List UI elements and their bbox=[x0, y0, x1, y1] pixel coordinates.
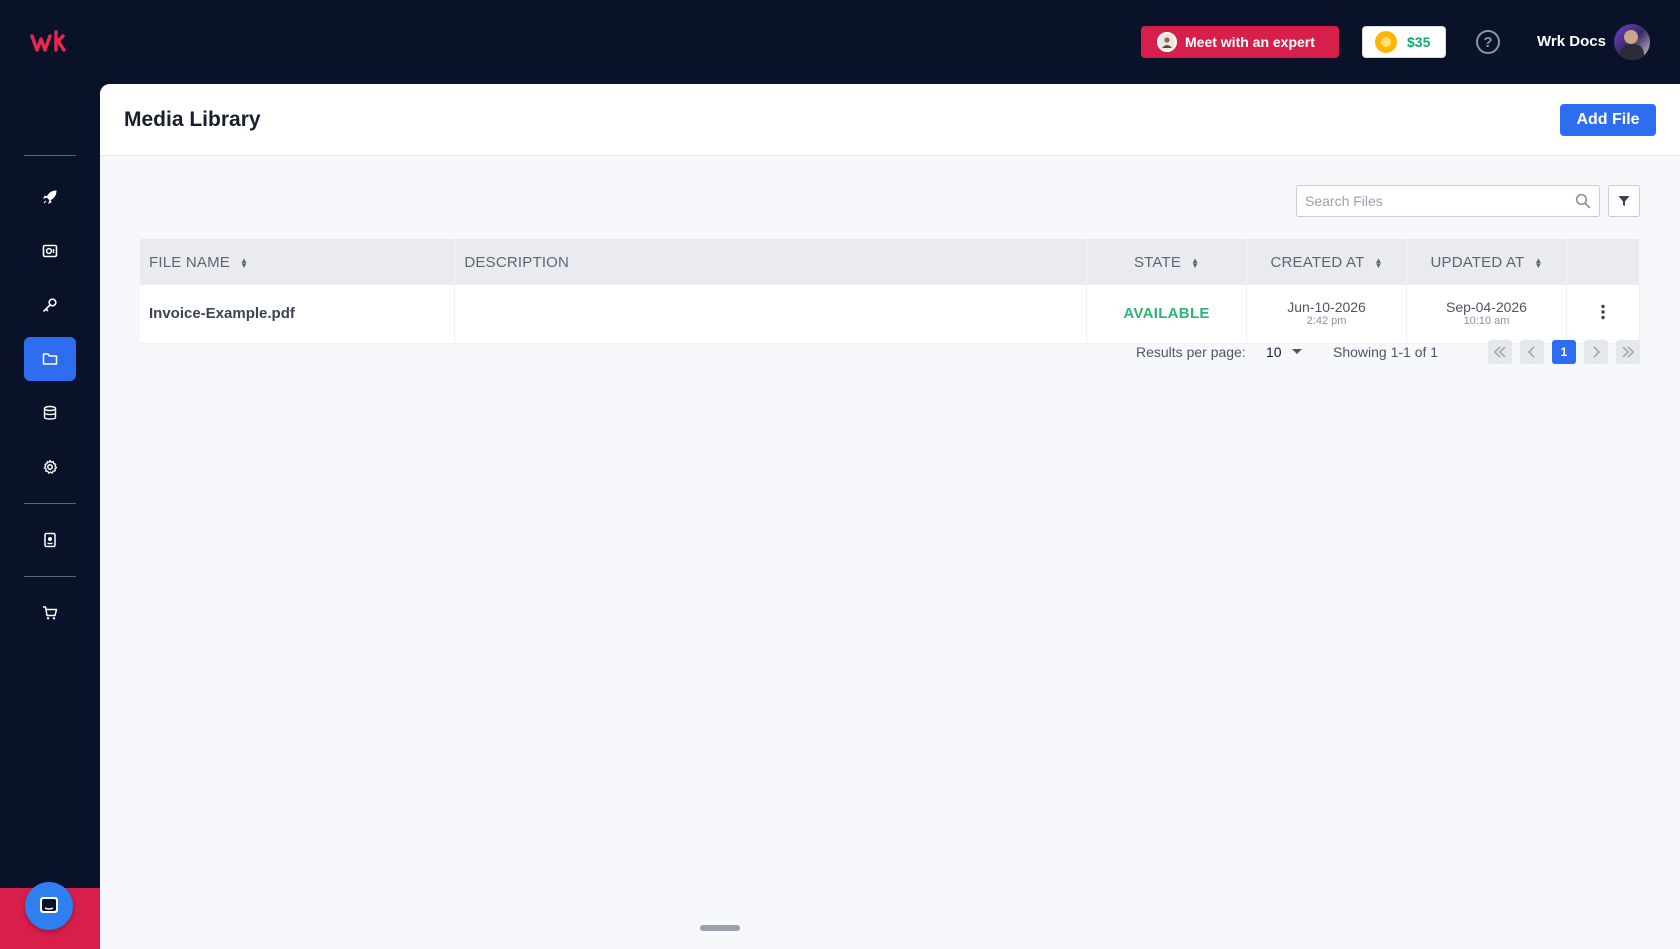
database-icon bbox=[43, 405, 57, 420]
files-table: FILE NAME ▲ ▼ DESCRIPTION STATE ▲ ▼ CREATED … bbox=[140, 239, 1641, 344]
results-per-page-select[interactable]: 10 bbox=[1266, 344, 1282, 360]
last-page-button[interactable] bbox=[1616, 340, 1640, 364]
credits-amount: $35 bbox=[1407, 34, 1431, 50]
column-description-label: DESCRIPTION bbox=[464, 253, 570, 271]
sidebar-item-keys[interactable] bbox=[24, 283, 76, 327]
gear-icon bbox=[43, 459, 58, 474]
avatar[interactable] bbox=[1614, 24, 1650, 60]
updated-date: Sep-04-2026 bbox=[1446, 298, 1527, 315]
column-state[interactable]: STATE ▲ ▼ bbox=[1086, 239, 1248, 285]
sort-icon[interactable]: ▲ ▼ bbox=[1374, 256, 1382, 269]
credits-badge[interactable]: $35 bbox=[1362, 26, 1446, 58]
top-bar: Meet with an expert $35 ? Wrk Docs bbox=[0, 0, 1680, 84]
first-page-button[interactable] bbox=[1488, 340, 1512, 364]
search-box bbox=[1296, 185, 1600, 217]
sidebar-item-launch[interactable] bbox=[24, 175, 76, 219]
rocket-icon bbox=[43, 190, 57, 204]
folder-icon bbox=[42, 353, 58, 365]
sidebar-item-monitor[interactable] bbox=[24, 229, 76, 273]
sidebar-divider bbox=[24, 155, 76, 156]
coin-icon bbox=[1375, 31, 1397, 53]
created-time: 2:42 pm bbox=[1306, 314, 1347, 327]
filter-icon bbox=[1618, 196, 1630, 206]
chat-launcher-button[interactable] bbox=[25, 882, 73, 930]
created-at-cell: Jun-10-2026 2:42 pm bbox=[1246, 285, 1408, 344]
double-chevron-right-icon bbox=[1622, 346, 1635, 358]
next-page-button[interactable] bbox=[1584, 340, 1608, 364]
monitor-icon bbox=[42, 244, 58, 258]
sidebar-divider bbox=[24, 576, 76, 577]
user-name[interactable]: Wrk Docs bbox=[1537, 33, 1606, 50]
column-file-name-label: FILE NAME bbox=[149, 253, 230, 271]
state-badge: AVAILABLE bbox=[1086, 285, 1248, 344]
column-description: DESCRIPTION bbox=[454, 239, 1088, 285]
sidebar-item-documents[interactable] bbox=[24, 518, 76, 562]
expert-avatar-icon bbox=[1157, 32, 1177, 52]
sidebar-item-settings[interactable] bbox=[24, 445, 76, 489]
previous-page-button[interactable] bbox=[1520, 340, 1544, 364]
sort-icon[interactable]: ▲ ▼ bbox=[1534, 256, 1542, 269]
created-date: Jun-10-2026 bbox=[1287, 298, 1366, 315]
more-options-icon[interactable] bbox=[1593, 302, 1613, 322]
results-per-page-label: Results per page: bbox=[1136, 344, 1246, 360]
help-icon[interactable]: ? bbox=[1476, 30, 1500, 54]
sort-icon[interactable]: ▲ ▼ bbox=[240, 256, 248, 269]
page-number-button[interactable]: 1 bbox=[1552, 340, 1576, 364]
table-header-row: FILE NAME ▲ ▼ DESCRIPTION STATE ▲ ▼ CREATED … bbox=[140, 239, 1641, 285]
document-icon bbox=[44, 532, 56, 548]
meet-expert-button[interactable]: Meet with an expert bbox=[1141, 26, 1339, 58]
sidebar-divider bbox=[24, 503, 76, 504]
updated-at-cell: Sep-04-2026 10:10 am bbox=[1406, 285, 1567, 344]
pagination: Results per page: 10 Showing 1-1 of 1 1 bbox=[100, 340, 1680, 364]
column-created-at-label: CREATED AT bbox=[1270, 253, 1365, 271]
chat-icon bbox=[40, 897, 58, 913]
description-cell bbox=[454, 285, 1088, 344]
caret-down-icon[interactable] bbox=[1292, 349, 1302, 354]
file-name-cell[interactable]: Invoice-Example.pdf bbox=[140, 285, 456, 344]
cart-icon bbox=[43, 606, 58, 620]
column-updated-at-label: UPDATED AT bbox=[1430, 253, 1525, 271]
column-actions bbox=[1566, 239, 1641, 285]
page-title: Media Library bbox=[124, 108, 261, 131]
chevron-left-icon bbox=[1527, 346, 1535, 358]
chevron-right-icon bbox=[1593, 346, 1601, 358]
page-header: Media Library Add File bbox=[100, 84, 1680, 156]
sidebar-item-database[interactable] bbox=[24, 391, 76, 435]
sidebar-item-media-library[interactable] bbox=[24, 337, 76, 381]
add-file-button[interactable]: Add File bbox=[1560, 104, 1656, 136]
column-file-name[interactable]: FILE NAME ▲ ▼ bbox=[140, 239, 456, 285]
filter-button[interactable] bbox=[1608, 185, 1640, 217]
key-icon bbox=[43, 298, 57, 312]
sidebar bbox=[0, 84, 100, 949]
double-chevron-left-icon bbox=[1493, 346, 1506, 358]
search-input[interactable] bbox=[1297, 186, 1557, 216]
main-content: Media Library Add File FILE NAME ▲▼ DESCR… bbox=[100, 84, 1680, 949]
column-state-label: STATE bbox=[1133, 253, 1182, 271]
meet-expert-label: Meet with an expert bbox=[1185, 34, 1315, 50]
wrk-logo[interactable] bbox=[30, 30, 70, 54]
showing-count: Showing 1-1 of 1 bbox=[1333, 344, 1439, 360]
column-updated-at[interactable]: UPDATED AT ▲ ▼ bbox=[1406, 239, 1567, 285]
drag-handle[interactable] bbox=[700, 925, 740, 931]
updated-time: 10:10 am bbox=[1463, 314, 1510, 327]
column-created-at[interactable]: CREATED AT ▲ ▼ bbox=[1246, 239, 1408, 285]
sidebar-item-marketplace[interactable] bbox=[24, 591, 76, 635]
search-icon[interactable] bbox=[1575, 193, 1591, 209]
table-row[interactable]: Invoice-Example.pdf AVAILABLE Jun-10-202… bbox=[140, 285, 1641, 344]
sort-icon[interactable]: ▲ ▼ bbox=[1191, 256, 1199, 269]
actions-cell bbox=[1566, 285, 1641, 344]
